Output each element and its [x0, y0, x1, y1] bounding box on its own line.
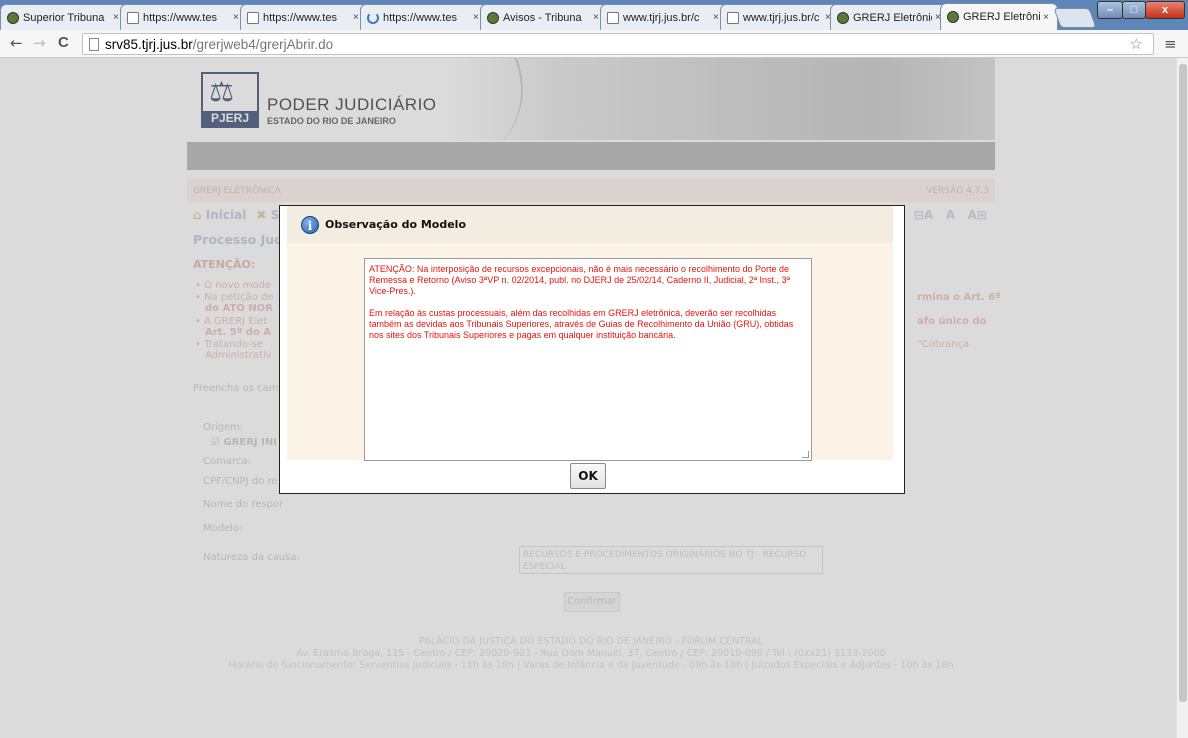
loading-icon — [367, 11, 379, 24]
resize-grip-icon[interactable] — [802, 451, 809, 458]
page-icon — [127, 11, 139, 24]
menu-icon[interactable]: ≡ — [1164, 35, 1177, 53]
browser-tab[interactable]: https://www.tes × — [120, 4, 248, 30]
browser-tab[interactable]: https://www.tes × — [360, 4, 488, 30]
browser-tab-active[interactable]: GRERJ Eletrônica× — [940, 3, 1058, 30]
seal-icon — [947, 11, 959, 23]
browser-tab[interactable]: Superior Tribuna × — [0, 4, 128, 30]
minimize-button[interactable]: – — [1097, 1, 1123, 19]
model-notes-dialog: i Observação do Modelo ATENÇÃO: Na inter… — [279, 205, 905, 494]
browser-tab[interactable]: Avisos - Tribuna × — [480, 4, 608, 30]
ok-button[interactable]: OK — [570, 463, 606, 489]
page-icon — [607, 11, 619, 24]
page-scrollbar[interactable] — [1176, 58, 1188, 738]
dialog-message-textarea[interactable]: ATENÇÃO: Na interposição de recursos exc… — [364, 258, 812, 461]
new-tab-button[interactable] — [1053, 8, 1097, 28]
reload-icon[interactable]: C — [58, 35, 69, 51]
browser-tab[interactable]: www.tjrj.jus.br/c × — [720, 4, 840, 30]
page-icon — [247, 11, 259, 24]
page-icon — [89, 37, 99, 51]
dialog-body: ATENÇÃO: Na interposição de recursos exc… — [287, 243, 893, 461]
seal-icon — [7, 11, 19, 24]
seal-icon — [487, 11, 499, 24]
url-path: /grerjweb4/grerjAbrir.do — [192, 36, 334, 52]
page-icon — [727, 11, 739, 24]
address-bar[interactable]: srv85.tjrj.jus.br/grerjweb4/grerjAbrir.d… — [82, 33, 1154, 55]
scrollbar-thumb[interactable] — [1179, 64, 1187, 702]
bookmark-star-icon[interactable]: ☆ — [1130, 35, 1143, 53]
info-icon: i — [301, 215, 319, 234]
seal-icon — [837, 11, 849, 24]
browser-tab[interactable]: GRERJ Eletrônica× — [830, 4, 950, 30]
browser-tab[interactable]: www.tjrj.jus.br/c × — [600, 4, 728, 30]
close-tab-icon[interactable]: × — [1043, 12, 1053, 23]
forward-arrow-icon[interactable]: → — [33, 35, 46, 51]
browser-tabstrip: Superior Tribuna × https://www.tes × https… — [0, 0, 1188, 30]
dialog-header: i Observação do Modelo — [287, 206, 893, 243]
dialog-title: Observação do Modelo — [325, 218, 467, 231]
close-window-button[interactable]: x — [1145, 1, 1185, 19]
maximize-button[interactable]: □ — [1122, 1, 1146, 19]
back-arrow-icon[interactable]: ← — [10, 35, 23, 51]
url-host: srv85.tjrj.jus.br — [105, 36, 193, 52]
message-paragraph: ATENÇÃO: Na interposição de recursos exc… — [369, 264, 790, 296]
message-paragraph: Em relação às custas processuais, além d… — [369, 308, 794, 340]
browser-toolbar: ← → C srv85.tjrj.jus.br/grerjweb4/grerjA… — [0, 30, 1188, 58]
browser-tab[interactable]: https://www.tes × — [240, 4, 368, 30]
